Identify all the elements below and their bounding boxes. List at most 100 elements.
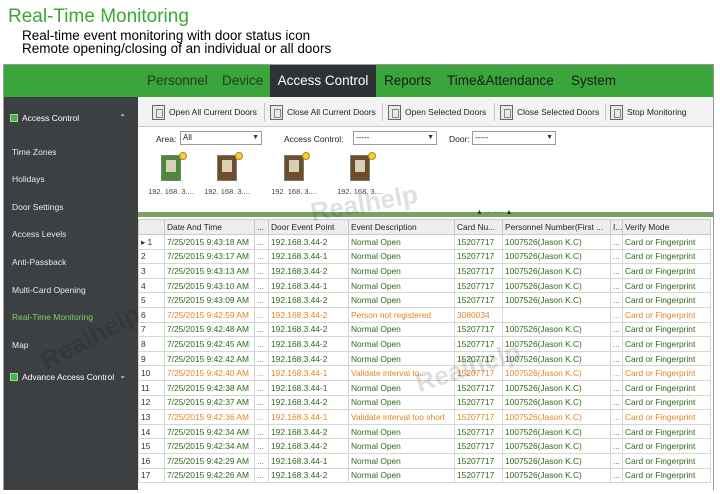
table-row[interactable]: 4 7/25/2015 9:43:10 AM... 192.168.3.44-1 No… bbox=[138, 277, 711, 294]
cell-personnel-number: 1007526(Jason K.C) bbox=[502, 321, 611, 338]
cell-collapsed: ... bbox=[610, 438, 623, 454]
cell-door-event-point: 192.168.3.44-1 bbox=[268, 379, 349, 396]
sidebar-section-advance-access-control[interactable]: Advance Access Control ⌄ bbox=[4, 367, 138, 387]
cell-door-event-point: 192.168.3.44-2 bbox=[268, 467, 349, 484]
row-number: 12 bbox=[138, 394, 165, 411]
cell-collapsed: ... bbox=[254, 350, 269, 367]
cell-door-event-point: 192.168.3.44-1 bbox=[268, 248, 349, 265]
sidebar-item-door-settings[interactable]: Door Settings bbox=[12, 202, 64, 212]
toolbar-divider bbox=[382, 103, 383, 121]
access-control-select[interactable]: ----- ▼ bbox=[353, 131, 437, 145]
cell-verify-mode: Card or Fingerprint bbox=[622, 292, 711, 308]
lock-icon bbox=[302, 152, 310, 160]
table-row[interactable]: 9 7/25/2015 9:42:42 AM... 192.168.3.44-2 No… bbox=[138, 350, 711, 367]
column-header-collapsed[interactable]: I... bbox=[610, 219, 623, 235]
splitter-grip-icon: ▲ ········ ▲ bbox=[476, 209, 513, 216]
stop-monitoring-button[interactable]: Stop Monitoring bbox=[610, 102, 687, 122]
door-tile[interactable]: 192. 168. 3.... bbox=[146, 152, 196, 203]
open-all-doors-button[interactable]: Open All Current Doors bbox=[152, 102, 257, 122]
cell-door-event-point: 192.168.3.44-2 bbox=[268, 336, 349, 352]
row-number: 15 bbox=[138, 438, 165, 454]
door-status-panel: 192. 168. 3.... 192. 168. 3.... 192. 168… bbox=[138, 152, 713, 205]
cell-date-time: 7/25/2015 9:42:34 AM bbox=[164, 423, 255, 440]
cell-personnel-number bbox=[502, 306, 611, 323]
nav-time-attendance[interactable]: Time&Attendance bbox=[447, 65, 554, 97]
chevron-up-icon: ⌃ bbox=[119, 113, 126, 122]
column-header-date-time[interactable]: Date And Time bbox=[164, 219, 255, 235]
sidebar-header-access-control[interactable]: Access Control ⌃ bbox=[4, 107, 138, 133]
table-row[interactable]: 14 7/25/2015 9:42:34 AM... 192.168.3.44-2 N… bbox=[138, 423, 711, 440]
table-row[interactable]: 15 7/25/2015 9:42:34 AM... 192.168.3.44-2 N… bbox=[138, 438, 711, 454]
column-header-event-description[interactable]: Event Description bbox=[348, 219, 455, 235]
table-row[interactable]: 2 7/25/2015 9:43:17 AM... 192.168.3.44-1 No… bbox=[138, 248, 711, 265]
table-row[interactable]: 16 7/25/2015 9:42:29 AM... 192.168.3.44-1 N… bbox=[138, 452, 711, 469]
door-closed-icon bbox=[217, 152, 243, 181]
cell-card-number: 15207717 bbox=[454, 234, 503, 250]
sidebar-item-real-time-monitoring[interactable]: Real-Time Monitoring bbox=[12, 312, 93, 322]
nav-device[interactable]: Device bbox=[222, 65, 263, 97]
door-tile[interactable]: 192. 168. 3.... bbox=[202, 152, 252, 203]
cell-verify-mode: Card or Fingerprint bbox=[622, 365, 711, 381]
lock-icon bbox=[235, 152, 243, 160]
cell-card-number: 15207717 bbox=[454, 452, 503, 469]
table-row[interactable]: 13 7/25/2015 9:42:36 AM... 192.168.3.44-1 V… bbox=[138, 409, 711, 425]
close-all-doors-button[interactable]: Close All Current Doors bbox=[270, 102, 376, 122]
column-header-row-number[interactable] bbox=[138, 219, 165, 235]
row-number: 17 bbox=[138, 467, 165, 484]
column-header-personnel-number[interactable]: Personnel Number(First ... bbox=[502, 219, 611, 235]
sidebar-item-holidays[interactable]: Holidays bbox=[12, 174, 45, 184]
nav-personnel[interactable]: Personnel bbox=[147, 65, 208, 97]
sidebar-item-anti-passback[interactable]: Anti-Passback bbox=[12, 257, 66, 267]
nav-system[interactable]: System bbox=[571, 65, 616, 97]
cell-date-time: 7/25/2015 9:42:45 AM bbox=[164, 336, 255, 352]
cell-event-description: Normal Open bbox=[348, 467, 455, 484]
cell-verify-mode: Card or Fingerprint bbox=[622, 248, 711, 265]
toolbar-divider bbox=[605, 103, 606, 121]
column-header-card-number[interactable]: Card Nu... bbox=[454, 219, 503, 235]
cell-door-event-point: 192.168.3.44-1 bbox=[268, 409, 349, 425]
close-selected-doors-button[interactable]: Close Selected Doors bbox=[500, 102, 599, 122]
table-row[interactable]: 6 7/25/2015 9:42:59 AM... 192.168.3.44-2 Pe… bbox=[138, 306, 711, 323]
cell-door-event-point: 192.168.3.44-2 bbox=[268, 321, 349, 338]
lock-icon bbox=[368, 152, 376, 160]
door-select[interactable]: ----- ▼ bbox=[472, 131, 556, 145]
app-window: Personnel Device Access Control Reports … bbox=[3, 64, 714, 490]
table-row[interactable]: 17 7/25/2015 9:42:26 AM... 192.168.3.44-2 N… bbox=[138, 467, 711, 484]
table-row[interactable]: 8 7/25/2015 9:42:45 AM... 192.168.3.44-2 No… bbox=[138, 336, 711, 352]
cell-verify-mode: Card or Fingerprint bbox=[622, 438, 711, 454]
lock-icon bbox=[179, 152, 187, 160]
screenshot: Real-Time Monitoring Real-time event mon… bbox=[0, 0, 720, 494]
cell-collapsed: ... bbox=[610, 394, 623, 411]
row-number: 9 bbox=[138, 350, 165, 367]
cell-verify-mode: Card or Fingerprint bbox=[622, 379, 711, 396]
row-number: 16 bbox=[138, 452, 165, 469]
cell-collapsed: ... bbox=[610, 379, 623, 396]
table-row[interactable]: 7 7/25/2015 9:42:48 AM... 192.168.3.44-2 No… bbox=[138, 321, 711, 338]
cell-date-time: 7/25/2015 9:43:18 AM bbox=[164, 234, 255, 250]
nav-reports[interactable]: Reports bbox=[384, 65, 431, 97]
table-row[interactable]: 3 7/25/2015 9:43:13 AM... 192.168.3.44-2 No… bbox=[138, 263, 711, 279]
cell-verify-mode: Card or Fingerprint bbox=[622, 452, 711, 469]
cell-collapsed: ... bbox=[254, 438, 269, 454]
column-header-collapsed[interactable]: ... bbox=[254, 219, 269, 235]
cell-personnel-number: 1007526(Jason K.C) bbox=[502, 379, 611, 396]
cell-personnel-number: 1007526(Jason K.C) bbox=[502, 365, 611, 381]
open-selected-doors-button[interactable]: Open Selected Doors bbox=[388, 102, 486, 122]
cell-collapsed: ... bbox=[254, 365, 269, 381]
cell-date-time: 7/25/2015 9:42:36 AM bbox=[164, 409, 255, 425]
dropdown-arrow-icon: ▼ bbox=[252, 134, 259, 141]
area-select[interactable]: All ▼ bbox=[180, 131, 262, 145]
sidebar-item-access-levels[interactable]: Access Levels bbox=[12, 229, 66, 239]
table-row[interactable]: 5 7/25/2015 9:43:09 AM... 192.168.3.44-2 No… bbox=[138, 292, 711, 308]
cell-collapsed: ... bbox=[610, 248, 623, 265]
table-row[interactable]: ▸ 1 7/25/2015 9:43:18 AM... 192.168.3.44-2… bbox=[138, 234, 711, 250]
column-header-verify-mode[interactable]: Verify Mode bbox=[622, 219, 711, 235]
sidebar-item-time-zones[interactable]: Time Zones bbox=[12, 147, 57, 157]
cell-date-time: 7/25/2015 9:42:40 AM bbox=[164, 365, 255, 381]
door-tile[interactable]: 192. 168. 3.... bbox=[269, 152, 319, 203]
sidebar-item-multi-card-opening[interactable]: Multi-Card Opening bbox=[12, 285, 86, 295]
sidebar-item-map[interactable]: Map bbox=[12, 340, 29, 350]
panel-splitter[interactable]: ▲ ········ ▲ bbox=[138, 209, 713, 217]
cell-date-time: 7/25/2015 9:42:48 AM bbox=[164, 321, 255, 338]
nav-access-control[interactable]: Access Control bbox=[270, 65, 376, 97]
